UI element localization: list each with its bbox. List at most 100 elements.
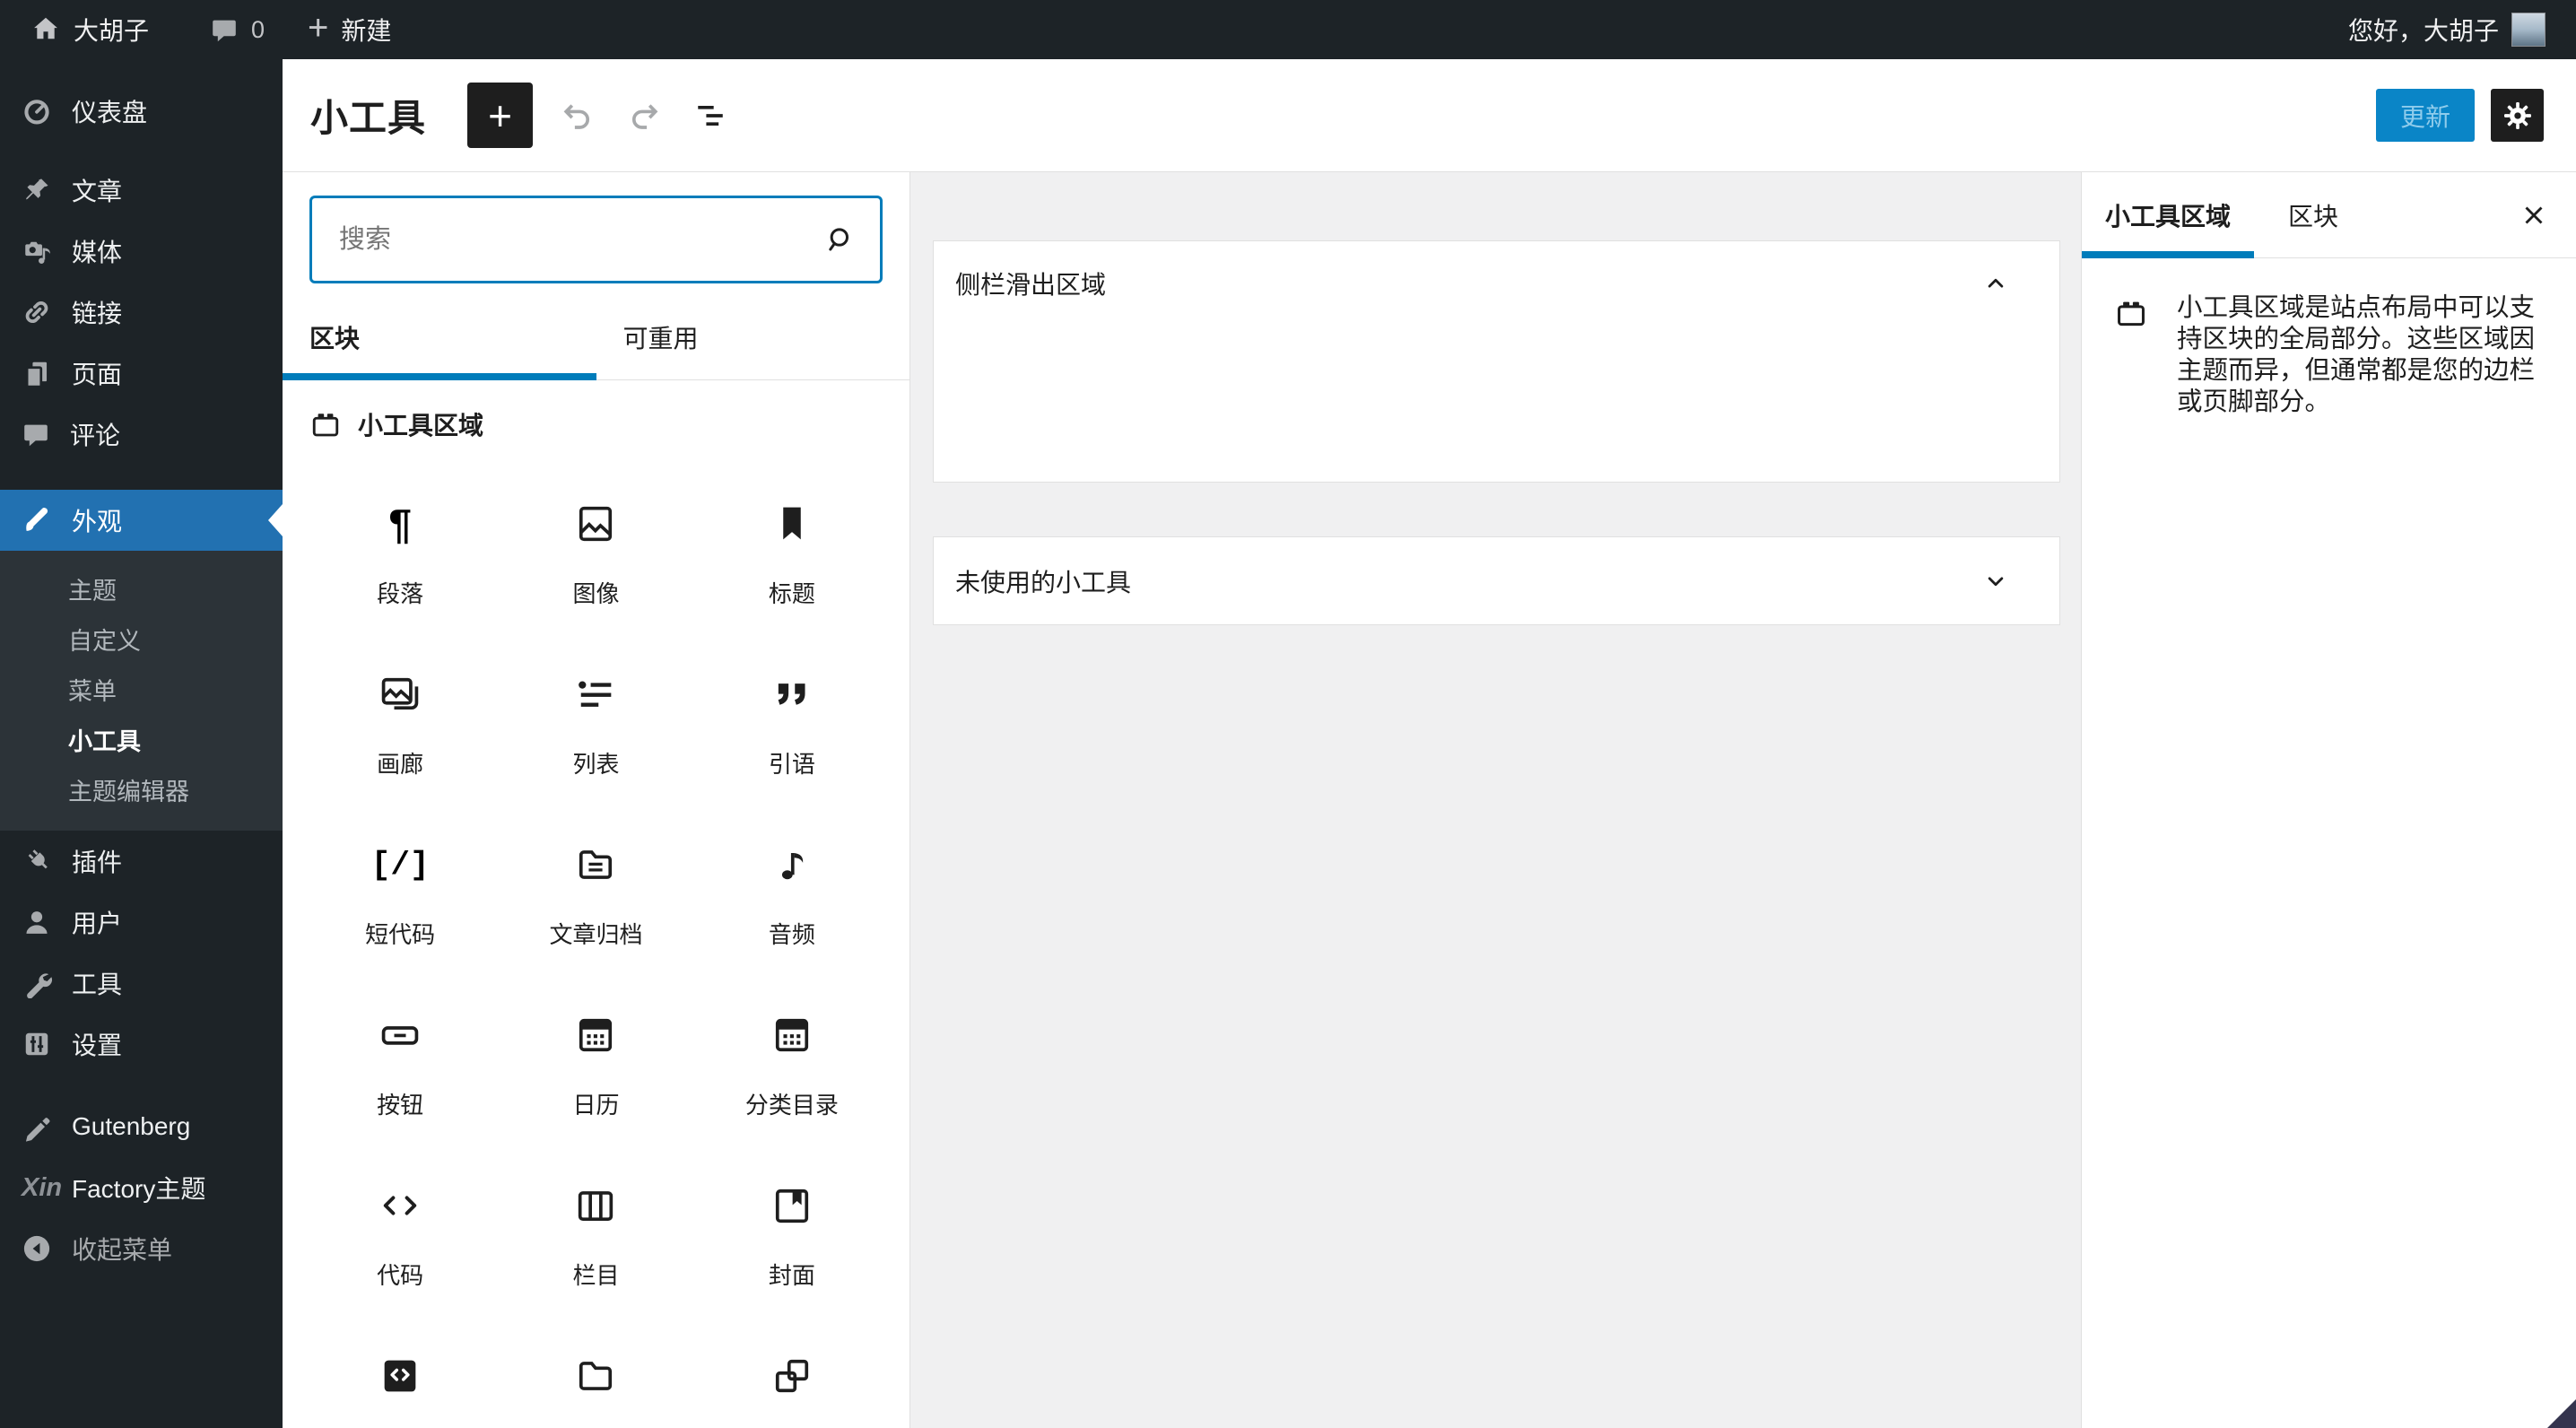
undo-button[interactable] (556, 94, 599, 137)
main-area: 小工具 + 更新 搜索 区块 可重用 小工具区域 ¶ 段落 图像 标题 画廊 列… (283, 59, 2576, 1428)
settings-tabs: 小工具区域 区块 (2082, 172, 2576, 258)
admin-bar-site-menu[interactable]: 大胡子 (18, 0, 161, 59)
submenu-item-menus[interactable]: 菜单 (0, 664, 283, 714)
sidebar-item-label: 插件 (72, 849, 123, 876)
sidebar-item-links[interactable]: 链接 (0, 282, 283, 343)
block-item-file[interactable] (498, 1317, 693, 1428)
link-icon (22, 297, 52, 327)
block-item-custom-html[interactable] (302, 1317, 498, 1428)
bookmark-icon (769, 493, 815, 554)
categories-icon (769, 1005, 815, 1066)
block-item-archives[interactable]: 文章归档 (498, 805, 693, 976)
sidebar-item-media[interactable]: 媒体 (0, 221, 283, 282)
sidebar-item-posts[interactable]: 文章 (0, 160, 283, 221)
sidebar-item-users[interactable]: 用户 (0, 892, 283, 953)
dashboard-icon (22, 96, 52, 126)
block-item-image[interactable]: 图像 (498, 465, 693, 635)
sidebar-item-pages[interactable]: 页面 (0, 343, 283, 404)
admin-bar-new[interactable]: + 新建 (295, 0, 404, 59)
admin-sidebar: 仪表盘 文章 媒体 链接 页面 评论 外观 主题 自定义 菜单 小工具 主题编辑… (0, 59, 283, 1428)
group-icon (769, 1345, 815, 1406)
block-item-buttons[interactable]: 按钮 (302, 976, 498, 1146)
block-inserter-panel: 区块 可重用 小工具区域 ¶ 段落 (283, 172, 910, 1428)
section-title: 小工具区域 (358, 412, 484, 440)
file-icon (572, 1345, 619, 1406)
block-item-categories[interactable]: 分类目录 (694, 976, 890, 1146)
block-item-quote[interactable]: 引语 (694, 635, 890, 805)
avatar (2511, 13, 2546, 47)
wordpress-widgets-editor: 大胡子 0 + 新建 您好，大胡子 仪表盘 文章 媒体 链接 页面 评论 外观 … (0, 0, 2576, 1428)
admin-bar-new-label: 新建 (341, 17, 392, 45)
tab-block[interactable]: 区块 (2254, 172, 2338, 257)
sidebar-item-label: 外观 (72, 508, 123, 536)
submenu-item-themes[interactable]: 主题 (0, 563, 283, 614)
collapse-menu-button[interactable]: 收起菜单 (0, 1218, 283, 1279)
sidebar-item-tools[interactable]: 工具 (0, 953, 283, 1014)
block-item-calendar[interactable]: 日历 (498, 976, 693, 1146)
widget-area-description: 小工具区域是站点布局中可以支持区块的全局部分。这些区域因主题而异，但通常都是您的… (2177, 293, 2536, 416)
settings-gear-button[interactable] (2491, 89, 2544, 142)
block-item-audio[interactable]: 音频 (694, 805, 890, 976)
undo-icon (558, 96, 597, 135)
xin-logo: Xin (22, 1172, 63, 1202)
custom-html-icon (377, 1345, 423, 1406)
block-item-code[interactable]: 代码 (302, 1146, 498, 1317)
panel-header-inactive-widgets[interactable]: 未使用的小工具 (934, 537, 2059, 624)
list-view-button[interactable] (689, 94, 732, 137)
block-item-list[interactable]: 列表 (498, 635, 693, 805)
widget-area-icon (2114, 296, 2148, 418)
tab-blocks[interactable]: 区块 (283, 294, 596, 380)
submenu-item-customize[interactable]: 自定义 (0, 614, 283, 664)
sidebar-item-appearance[interactable]: 外观 (0, 490, 283, 551)
search-input[interactable] (339, 224, 821, 255)
submenu-item-theme-editor[interactable]: 主题编辑器 (0, 764, 283, 814)
submenu-item-widgets[interactable]: 小工具 (0, 714, 283, 764)
panel-header-sidebar-slideout[interactable]: 侧栏滑出区域 (934, 241, 2059, 326)
tab-reusable[interactable]: 可重用 (596, 294, 910, 379)
home-icon (30, 14, 61, 45)
quote-icon (769, 664, 815, 725)
columns-icon (572, 1175, 619, 1236)
page-title: 小工具 (310, 97, 427, 139)
sidebar-item-label: 链接 (72, 300, 123, 327)
block-item-paragraph[interactable]: ¶ 段落 (302, 465, 498, 635)
gallery-icon (377, 664, 423, 725)
editor-header: 小工具 + 更新 (283, 59, 2576, 172)
admin-bar-comments[interactable]: 0 (197, 0, 277, 59)
sidebar-item-label: 设置 (72, 1032, 123, 1059)
sidebar-item-dashboard[interactable]: 仪表盘 (0, 81, 283, 142)
block-search-field[interactable] (309, 196, 883, 283)
block-item-columns[interactable]: 栏目 (498, 1146, 693, 1317)
sidebar-item-comments[interactable]: 评论 (0, 404, 283, 465)
admin-bar-account[interactable]: 您好，大胡子 (2336, 0, 2558, 59)
sidebar-item-plugins[interactable]: 插件 (0, 831, 283, 892)
redo-button[interactable] (622, 94, 666, 137)
plugin-icon (22, 846, 52, 876)
update-button[interactable]: 更新 (2375, 89, 2475, 142)
pencil-icon (22, 1111, 52, 1142)
sidebar-item-label: 工具 (72, 971, 123, 998)
settings-sidebar: 小工具区域 区块 小工具区域是站点布局中可以支持区块的全局部分。这些区域因主题而… (2081, 172, 2576, 1428)
sidebar-item-gutenberg[interactable]: Gutenberg (0, 1096, 283, 1157)
cover-icon (769, 1175, 815, 1236)
list-icon (572, 664, 619, 725)
block-grid: ¶ 段落 图像 标题 画廊 列表 引语 [/] 短代码 文章归档 音频 按钮 日… (283, 465, 909, 1428)
block-item-group[interactable] (694, 1317, 890, 1428)
settings-body: 小工具区域是站点布局中可以支持区块的全局部分。这些区域因主题而异，但通常都是您的… (2082, 258, 2576, 418)
comment-icon (210, 15, 239, 44)
tab-widget-areas[interactable]: 小工具区域 (2082, 172, 2255, 258)
sidebar-item-factory-theme[interactable]: Xin Factory主题 (0, 1157, 283, 1218)
block-item-cover[interactable]: 封面 (694, 1146, 890, 1317)
sidebar-item-label: 仪表盘 (72, 99, 148, 126)
widget-area-panel-sidebar-slideout: 侧栏滑出区域 (933, 240, 2060, 483)
block-inserter-toggle-button[interactable]: + (467, 83, 534, 148)
block-item-shortcode[interactable]: [/] 短代码 (302, 805, 498, 976)
sidebar-item-settings[interactable]: 设置 (0, 1014, 283, 1075)
block-item-heading[interactable]: 标题 (694, 465, 890, 635)
user-icon (22, 907, 52, 937)
widget-area-icon (309, 408, 342, 440)
block-item-gallery[interactable]: 画廊 (302, 635, 498, 805)
media-icon (22, 236, 52, 266)
close-settings-button[interactable] (2510, 191, 2558, 239)
inserter-tabs: 区块 可重用 (283, 294, 909, 380)
